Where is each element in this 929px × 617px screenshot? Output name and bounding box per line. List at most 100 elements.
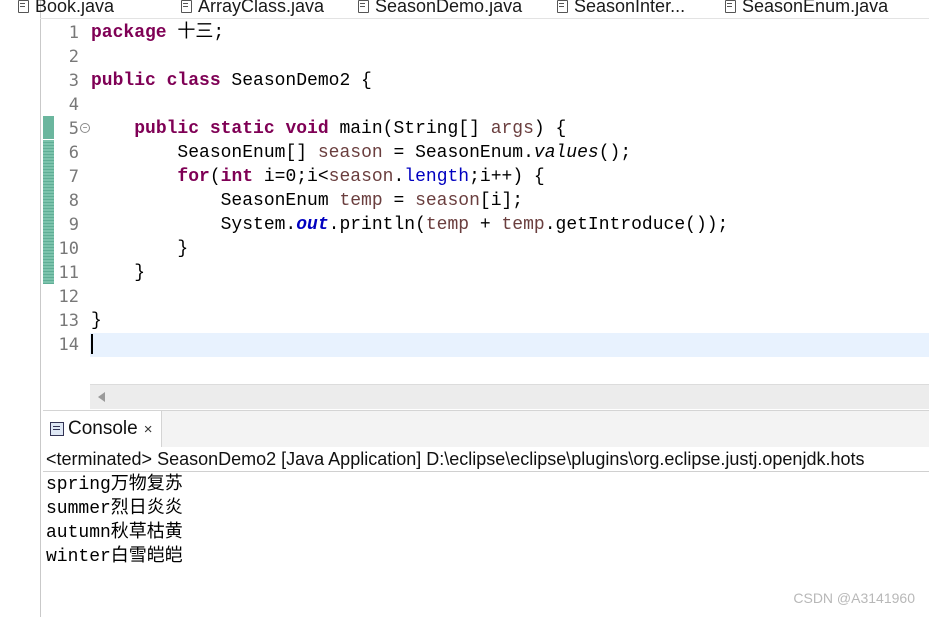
watermark: CSDN @A3141960 bbox=[793, 590, 915, 606]
field: length bbox=[404, 167, 470, 187]
line-number: 6 bbox=[68, 143, 79, 163]
line-number: 2 bbox=[68, 47, 79, 67]
code-line: 14 bbox=[43, 333, 929, 357]
code-text: ;i++) { bbox=[469, 167, 545, 187]
console-icon bbox=[50, 422, 64, 436]
code-text: SeasonEnum bbox=[220, 191, 340, 211]
tab-console[interactable]: Console × bbox=[43, 411, 162, 447]
code-line: 10 } bbox=[43, 237, 929, 261]
tab-book-java[interactable]: Book.java bbox=[18, 0, 114, 18]
horizontal-scrollbar[interactable] bbox=[90, 384, 929, 409]
java-file-icon bbox=[725, 0, 736, 13]
variable: season bbox=[328, 167, 394, 187]
tab-seasoninterface-java[interactable]: SeasonInter... bbox=[557, 0, 685, 18]
code-text: SeasonDemo2 { bbox=[220, 71, 372, 91]
tab-bar-divider bbox=[40, 18, 929, 19]
code-line: 4 bbox=[43, 93, 929, 117]
static-method: values bbox=[533, 143, 599, 163]
keyword: package bbox=[91, 23, 167, 43]
code-text: ) { bbox=[533, 119, 567, 139]
code-text: + bbox=[469, 215, 502, 235]
code-line: 5 − public static void main(String[] arg… bbox=[43, 117, 929, 141]
code-text: .getIntroduce()); bbox=[544, 215, 729, 235]
code-editor[interactable]: 1 package 十三; 2 3 public class SeasonDem… bbox=[43, 20, 929, 383]
variable: temp bbox=[425, 215, 470, 235]
code-line: 3 public class SeasonDemo2 { bbox=[43, 69, 929, 93]
console-output[interactable]: spring万物复苏 summer烈日炎炎 autumn秋草枯黄 winter白雪皑皑 bbox=[46, 473, 183, 569]
keyword: public class bbox=[91, 71, 221, 91]
code-line: 13 } bbox=[43, 309, 929, 333]
left-panel-strip bbox=[0, 0, 41, 617]
code-text: } bbox=[91, 239, 189, 259]
console-view-header: Console × bbox=[43, 410, 929, 447]
code-text: .println( bbox=[328, 215, 426, 235]
console-output-line: winter白雪皑皑 bbox=[46, 547, 183, 567]
text-caret-line bbox=[91, 333, 93, 357]
fold-collapse-icon[interactable]: − bbox=[80, 123, 90, 133]
code-line: 12 bbox=[43, 285, 929, 309]
code-line: 2 bbox=[43, 45, 929, 69]
code-text: System. bbox=[220, 215, 297, 235]
console-output-line: autumn秋草枯黄 bbox=[46, 523, 183, 543]
code-line: 9 System.out.println(temp + temp.getIntr… bbox=[43, 213, 929, 237]
line-number: 5 bbox=[68, 119, 79, 139]
keyword: public static void bbox=[134, 119, 329, 139]
line-number: 11 bbox=[58, 263, 79, 283]
java-file-icon bbox=[358, 0, 369, 13]
tab-seasonenum-java[interactable]: SeasonEnum.java bbox=[725, 0, 888, 18]
editor-tab-bar: Book.java ArrayClass.java SeasonDemo.jav… bbox=[0, 0, 929, 19]
tab-seasondemo-java[interactable]: SeasonDemo.java bbox=[358, 0, 522, 18]
code-line: 6 SeasonEnum[] season = SeasonEnum.value… bbox=[43, 141, 929, 165]
line-number: 12 bbox=[58, 287, 79, 307]
java-file-icon bbox=[181, 0, 192, 13]
code-text: = SeasonEnum. bbox=[382, 143, 534, 163]
console-status-line: <terminated> SeasonDemo2 [Java Applicati… bbox=[46, 449, 865, 469]
text-caret bbox=[91, 334, 93, 355]
code-line: 7 for(int i=0;i<season.length;i++) { bbox=[43, 165, 929, 189]
code-text: (); bbox=[598, 143, 632, 163]
console-output-line: summer烈日炎炎 bbox=[46, 499, 183, 519]
code-line: 11 } bbox=[43, 261, 929, 285]
console-divider bbox=[43, 471, 929, 472]
close-icon[interactable]: × bbox=[144, 421, 153, 438]
code-text: = bbox=[382, 191, 416, 211]
variable: args bbox=[490, 119, 534, 139]
scroll-left-arrow-icon[interactable] bbox=[98, 392, 105, 402]
line-number: 1 bbox=[68, 23, 79, 43]
code-text: [i]; bbox=[479, 191, 524, 211]
line-number: 7 bbox=[68, 167, 79, 187]
line-number: 4 bbox=[68, 95, 79, 115]
code-line: 1 package 十三; bbox=[43, 21, 929, 45]
code-text: i=0;i< bbox=[253, 167, 329, 187]
code-text: 十三; bbox=[166, 23, 225, 43]
variable: season bbox=[415, 191, 480, 211]
line-number: 10 bbox=[58, 239, 79, 259]
static-field: out bbox=[296, 215, 329, 235]
console-output-line: spring万物复苏 bbox=[46, 475, 183, 495]
console-tab-label: Console bbox=[68, 418, 138, 439]
code-text: } bbox=[91, 311, 102, 331]
variable: season bbox=[317, 143, 383, 163]
java-file-icon bbox=[557, 0, 568, 13]
code-line: 8 SeasonEnum temp = season[i]; bbox=[43, 189, 929, 213]
code-text: ( bbox=[209, 167, 221, 187]
keyword: for bbox=[177, 167, 210, 187]
variable: temp bbox=[501, 215, 545, 235]
line-number: 13 bbox=[58, 311, 79, 331]
line-number: 8 bbox=[68, 191, 79, 211]
keyword: int bbox=[220, 167, 254, 187]
line-number: 9 bbox=[68, 215, 79, 235]
code-text: . bbox=[393, 167, 405, 187]
line-number: 3 bbox=[68, 71, 79, 91]
code-text: main(String[] bbox=[328, 119, 491, 139]
code-text: } bbox=[91, 263, 146, 283]
variable: temp bbox=[339, 191, 383, 211]
java-file-icon bbox=[18, 0, 29, 13]
tab-arrayclass-java[interactable]: ArrayClass.java bbox=[181, 0, 324, 18]
line-number: 14 bbox=[58, 335, 79, 355]
